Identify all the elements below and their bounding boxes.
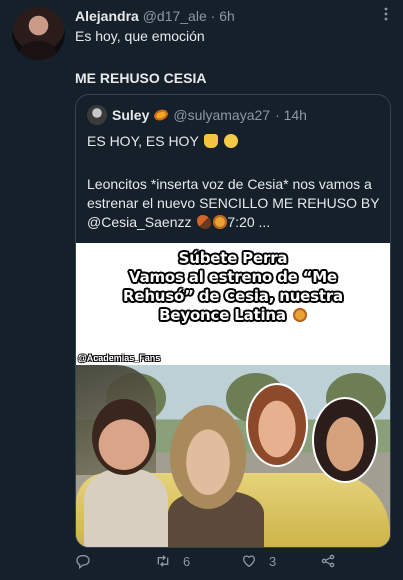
tweet-actions: 6 3 <box>75 553 375 575</box>
heart-icon <box>242 555 256 568</box>
quoted-line-1: ES HOY, ES HOY <box>87 133 239 149</box>
retweet-icon <box>157 555 169 567</box>
person-torso <box>84 469 168 547</box>
quoted-avatar[interactable] <box>87 105 107 125</box>
retweet-button[interactable]: 6 <box>155 553 190 569</box>
like-count: 3 <box>269 553 277 569</box>
quoted-author-handle[interactable]: @sulyamaya27 <box>173 107 270 123</box>
party-face-emoji-icon <box>224 134 239 148</box>
image-title-line-text: Beyonce Latina <box>159 306 286 324</box>
quoted-header: Suley @sulyamaya27 · 14h <box>87 105 307 125</box>
person-face <box>312 397 378 483</box>
more-icon[interactable] <box>383 6 389 22</box>
quoted-line-2-time: 7:20 ... <box>227 214 271 230</box>
tweet-text-2: ME REHUSO CESIA <box>75 70 207 86</box>
share-icon <box>321 554 335 568</box>
reply-icon <box>76 555 90 569</box>
tweet-header: Alejandra @d17_ale · 6h <box>75 8 235 24</box>
retweet-count: 6 <box>183 553 191 569</box>
person-face <box>246 383 308 467</box>
image-title-line: Beyonce Latina <box>76 306 390 325</box>
avatar[interactable] <box>12 7 65 60</box>
image-title-line: Súbete Perra <box>178 249 288 267</box>
author-handle[interactable]: @d17_ale <box>143 8 207 24</box>
image-watermark-handle: @Academias_Fans <box>78 353 161 363</box>
reply-button[interactable] <box>75 553 91 569</box>
share-button[interactable] <box>320 553 336 569</box>
planet-emoji-icon <box>153 107 170 123</box>
tweet-text: Es hoy, que emoción <box>75 28 205 44</box>
lion-emoji-icon <box>213 215 228 229</box>
quoted-tweet[interactable]: Suley @sulyamaya27 · 14h ES HOY, ES HOY … <box>75 94 391 548</box>
guitar-emoji-icon <box>197 215 212 229</box>
like-button[interactable]: 3 <box>241 553 276 569</box>
meme-photo <box>76 365 390 547</box>
quoted-line-2: Leoncitos *inserta voz de Cesia* nos vam… <box>87 175 387 232</box>
person-face <box>170 405 246 509</box>
raising-hands-emoji-icon <box>204 134 219 148</box>
person-face <box>92 399 156 475</box>
image-title-line: Vamos al estreno de “Me <box>128 268 338 286</box>
quoted-author-name[interactable]: Suley <box>112 107 149 123</box>
quoted-image[interactable]: Súbete Perra Vamos al estreno de “Me Reh… <box>76 243 390 547</box>
tweet-time[interactable]: · 6h <box>211 8 235 24</box>
image-title: Súbete Perra Vamos al estreno de “Me Reh… <box>76 249 390 325</box>
quoted-line-1-text: ES HOY, ES HOY <box>87 133 199 149</box>
author-name[interactable]: Alejandra <box>75 8 139 24</box>
lion-emoji-icon <box>292 308 307 322</box>
image-title-line: Rehusó” de Cesia, nuestra <box>123 287 343 305</box>
quoted-time[interactable]: · 14h <box>275 107 307 123</box>
